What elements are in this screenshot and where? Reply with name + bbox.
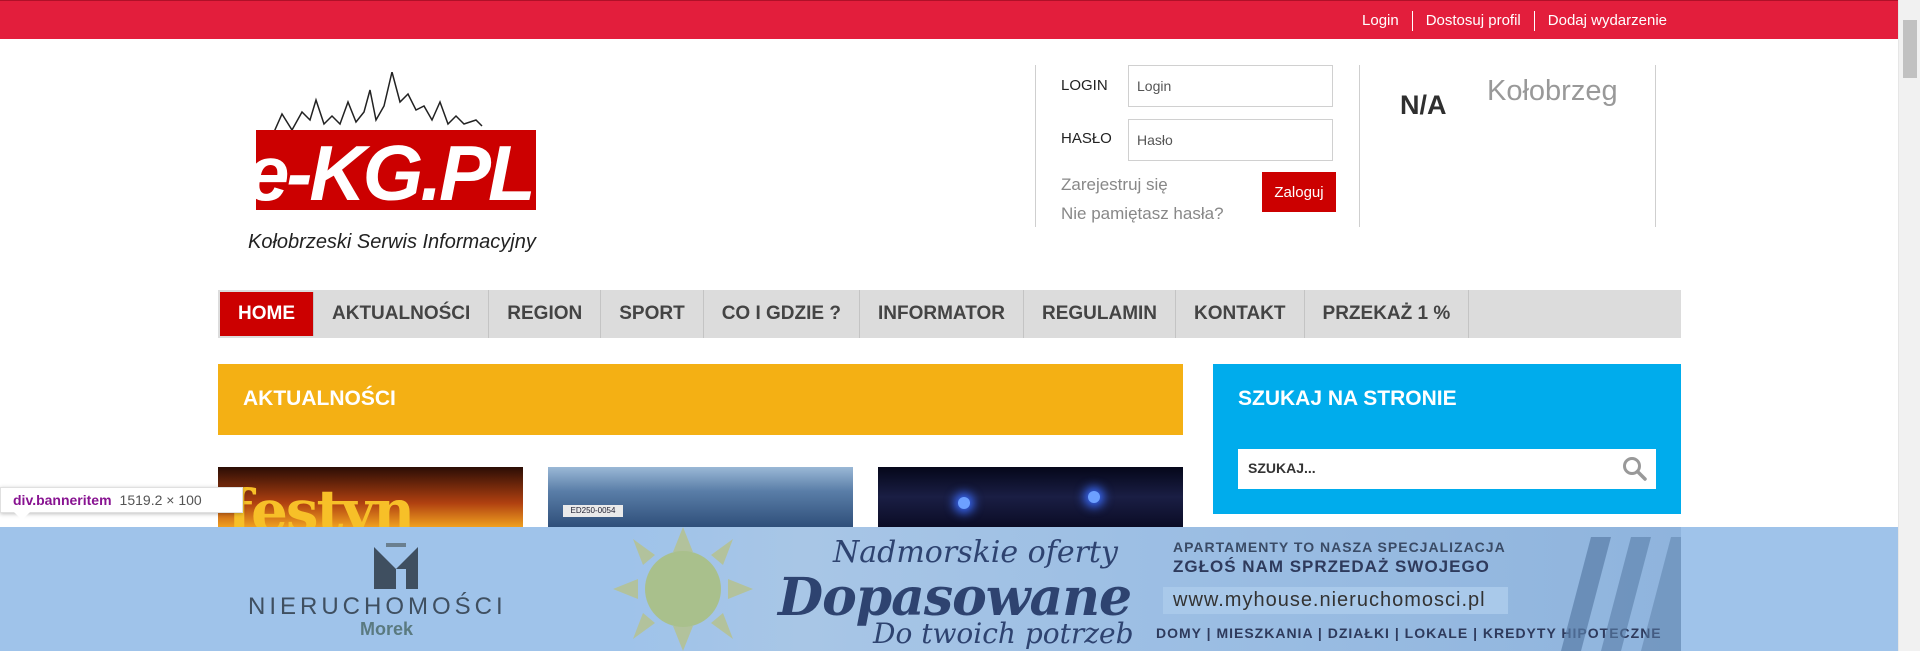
news-thumbnail[interactable] [878,467,1183,527]
weather-city: Kołobrzeg [1487,75,1618,107]
scrollbar[interactable] [1898,0,1920,651]
search-input[interactable]: SZUKAJ... [1238,449,1656,489]
news-section-header: AKTUALNOŚCI [218,364,1183,435]
password-input[interactable] [1128,119,1333,161]
banner-headline-1: Nadmorskie oferty [833,535,1118,570]
brand-mark-icon [1561,537,1681,651]
top-bar: Login Dostosuj profil Dodaj wydarzenie [0,0,1898,39]
police-light [958,497,970,509]
login-label: LOGIN [1061,77,1108,94]
banner-apt-line-1: APARTAMENTY TO NASZA SPECJALIZACJA [1173,539,1506,555]
nav-regulamin[interactable]: REGULAMIN [1024,290,1177,338]
weather-value: N/A [1400,90,1447,120]
nav-co-i-gdzie[interactable]: CO I GDZIE ? [704,290,860,338]
train-plate: ED250-0054 [563,505,623,517]
forgot-password-link[interactable]: Nie pamiętasz hasła? [1061,204,1224,224]
logo-brand: e-KG.PL [246,129,533,217]
news-thumbnail[interactable]: ED250-0054 [548,467,853,527]
brand-logo-icon [374,543,418,589]
register-link[interactable]: Zarejestruj się [1061,175,1168,195]
banner-headline-3: Do twoich potrzeb [873,617,1134,650]
sun-graphic [613,527,753,651]
scrollbar-thumb[interactable] [1903,20,1917,78]
nav-aktualnosci[interactable]: AKTUALNOŚCI [314,290,490,338]
ad-banner[interactable]: NIERUCHOMOŚCI Morek Nadmorskie oferty Do… [218,527,1681,651]
password-label: HASŁO [1061,130,1112,147]
tooltip-dimensions: 1519.2 × 100 [119,492,202,508]
banner-brand: NIERUCHOMOŚCI [248,593,507,620]
police-light [1088,491,1100,503]
site-logo[interactable]: e-KG.PL Kołobrzeski Serwis Informacyjny [244,71,544,262]
section-title: AKTUALNOŚCI [243,387,396,410]
nav-kontakt[interactable]: KONTAKT [1176,290,1305,338]
search-icon[interactable] [1622,456,1648,482]
news-thumbnail[interactable]: festyn [218,467,523,527]
tooltip-selector: div.banneritem [13,492,112,508]
top-links: Login Dostosuj profil Dodaj wydarzenie [1349,11,1680,31]
nav-informator[interactable]: INFORMATOR [860,290,1024,338]
banner-brand-sub: Morek [360,619,414,639]
nav-region[interactable]: REGION [489,290,602,338]
search-title: SZUKAJ NA STRONIE [1238,387,1457,410]
search-panel: SZUKAJ NA STRONIE SZUKAJ... [1213,364,1681,514]
nav-sport[interactable]: SPORT [601,290,704,338]
top-link-add-event[interactable]: Dodaj wydarzenie [1533,11,1680,31]
main-nav: HOME AKTUALNOŚCI REGION SPORT CO I GDZIE… [218,290,1681,338]
banner-url[interactable]: www.myhouse.nieruchomosci.pl [1163,587,1508,614]
banner-apt-line-2: ZGŁOŚ NAM SPRZEDAŻ SWOJEGO [1173,557,1490,576]
login-form: LOGIN HASŁO Zarejestruj się Nie pamiętas… [1035,65,1360,227]
logo-graphic: e-KG.PL Kołobrzeski Serwis Informacyjny [246,71,537,253]
search-placeholder: SZUKAJ... [1248,460,1316,476]
nav-home[interactable]: HOME [220,292,314,336]
nav-przekaz[interactable]: PRZEKAŻ 1 % [1305,290,1470,338]
login-button[interactable]: Zaloguj [1262,172,1336,212]
login-input[interactable] [1128,65,1333,107]
devtools-tooltip: div.banneritem 1519.2 × 100 [0,487,243,513]
weather-widget: N/A Kołobrzeg [1360,65,1656,227]
logo-tagline: Kołobrzeski Serwis Informacyjny [248,231,537,253]
top-link-login[interactable]: Login [1349,11,1412,31]
tooltip-arrow [14,512,30,520]
top-link-profile[interactable]: Dostosuj profil [1411,11,1534,31]
thumbnail-text: festyn [228,477,415,527]
